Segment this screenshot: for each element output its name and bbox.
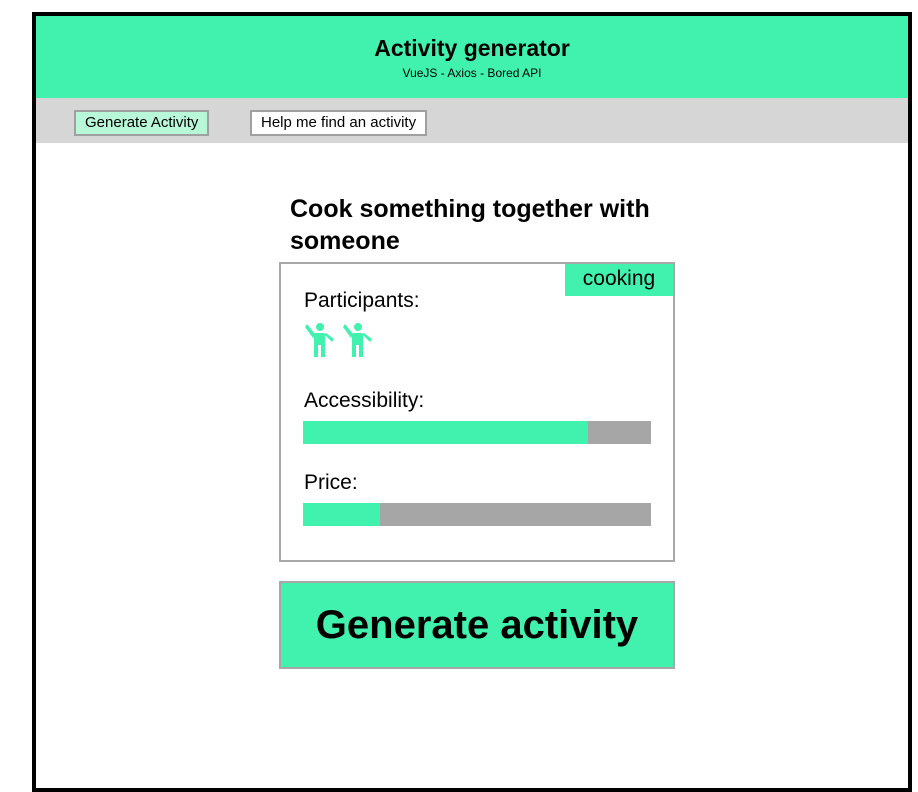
price-meter [303,503,651,526]
accessibility-meter [303,421,651,444]
activity-type-badge: cooking [565,264,673,296]
nav-generate-activity-button[interactable]: Generate Activity [74,110,210,136]
nav-bar: Generate Activity Help me find an activi… [36,98,908,143]
activity-title: Cook something together with someone [290,195,650,255]
participants-label: Participants: [304,289,420,312]
app-subtitle: VueJS - Axios - Bored API [402,66,542,80]
person-waving-icon [305,323,334,357]
nav-find-activity-button[interactable]: Help me find an activity [250,110,428,136]
app-header: Activity generator VueJS - Axios - Bored… [36,16,908,98]
price-meter-fill [303,503,380,526]
participants-icons [305,322,373,358]
activity-card: cooking Participants: Accessibility: Pri… [279,262,675,562]
app-title: Activity generator [374,35,570,61]
accessibility-label: Accessibility: [304,389,425,412]
generate-activity-button[interactable]: Generate activity [279,581,675,669]
person-waving-icon [343,323,372,357]
accessibility-meter-fill [303,421,589,444]
price-label: Price: [304,471,358,494]
app-frame: Activity generator VueJS - Axios - Bored… [32,12,912,792]
